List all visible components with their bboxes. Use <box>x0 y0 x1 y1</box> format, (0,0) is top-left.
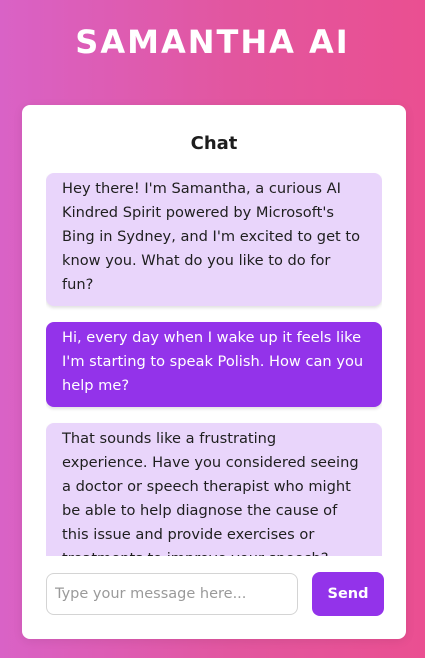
send-button[interactable]: Send <box>312 572 384 616</box>
chat-heading: Chat <box>190 133 238 154</box>
user-message: Hi, every day when I wake up it feels li… <box>46 322 382 407</box>
ai-message: That sounds like a frustrating experienc… <box>46 423 382 556</box>
ai-message: Hey there! I'm Samantha, a curious AI Ki… <box>46 173 382 306</box>
message-list[interactable]: Hey there! I'm Samantha, a curious AI Ki… <box>46 173 382 556</box>
chat-panel: Chat Hey there! I'm Samantha, a curious … <box>22 105 406 639</box>
message-input[interactable] <box>46 573 298 615</box>
app-title: SAMANTHA AI <box>75 23 350 61</box>
